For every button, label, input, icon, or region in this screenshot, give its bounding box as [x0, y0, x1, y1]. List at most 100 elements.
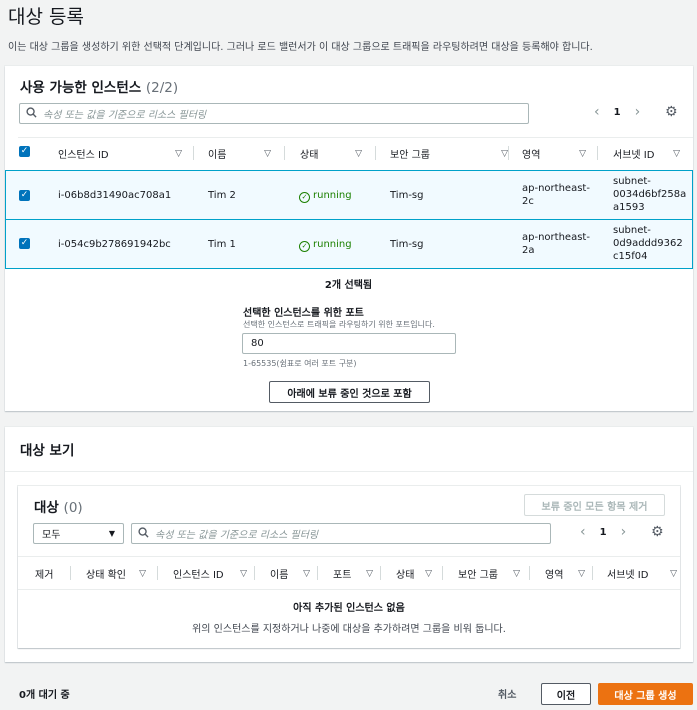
column-separator — [529, 566, 530, 580]
divider — [18, 589, 680, 590]
chevron-right-icon[interactable]: › — [635, 104, 641, 120]
port-constraint: 1-65535(쉼표로 여러 포트 구분) — [243, 359, 357, 368]
column-header-name[interactable]: 이름 ▽ — [270, 566, 310, 582]
sort-triangle-icon: ▽ — [425, 568, 432, 579]
sort-triangle-icon: ▽ — [578, 568, 585, 579]
selected-count: 2개 선택됨 — [324, 280, 373, 291]
column-separator — [508, 146, 509, 160]
column-header-zone[interactable]: 영역 ▽ — [545, 566, 585, 582]
sort-triangle-icon: ▽ — [501, 148, 508, 159]
targets-heading: 대상 (0) — [34, 500, 83, 516]
column-header-health-check[interactable]: 상태 확인 ▽ — [86, 566, 146, 582]
zone: ap-northeast- 2c — [522, 183, 590, 207]
pending-count: 0개 대기 중 — [19, 690, 70, 701]
targets-pagination: ‹ 1 › — [578, 524, 638, 540]
search-placeholder: 속성 또는 값을 기준으로 리소스 필터링 — [43, 110, 207, 121]
instance-name: Tim 1 — [208, 239, 236, 250]
sort-triangle-icon: ▽ — [264, 148, 271, 159]
column-header-instance-id[interactable]: 인스턴스 ID ▽ — [173, 566, 247, 582]
instance-id: i-06b8d31490ac708a1 — [58, 190, 172, 201]
instances-pagination: ‹ 1 › — [592, 104, 652, 120]
instance-name: Tim 2 — [208, 190, 236, 201]
filter-select[interactable]: 모두 ▼ — [33, 523, 124, 544]
search-placeholder: 속성 또는 값을 기준으로 리소스 필터링 — [155, 530, 319, 541]
sort-triangle-icon: ▽ — [513, 568, 520, 579]
security-group: Tim-sg — [390, 190, 424, 201]
column-header-name[interactable]: 이름 ▽ — [208, 146, 271, 162]
column-separator — [193, 146, 194, 160]
caret-down-icon: ▼ — [108, 529, 115, 538]
column-header-zone[interactable]: 영역 ▽ — [522, 146, 586, 162]
page-title: 대상 등록 — [8, 6, 84, 28]
settings-gear-icon[interactable]: ⚙ — [665, 104, 678, 120]
column-header-remove: 제거 — [35, 570, 54, 581]
column-header-state[interactable]: 상태 ▽ — [396, 566, 432, 582]
current-page[interactable]: 1 — [600, 527, 607, 538]
chevron-left-icon[interactable]: ‹ — [580, 524, 586, 540]
sort-triangle-icon: ▽ — [303, 568, 310, 579]
search-icon — [138, 526, 149, 541]
chevron-left-icon[interactable]: ‹ — [594, 104, 600, 120]
column-header-instance-id[interactable]: 인스턴스 ID ▽ — [58, 146, 182, 162]
check-circle-icon: ✓ — [299, 241, 310, 252]
divider — [18, 137, 693, 138]
page-description: 이는 대상 그룹을 생성하기 위한 선택적 단계입니다. 그러나 로드 밸런서가… — [8, 42, 593, 53]
subnet-id: subnet- 0034d6bf258a a1593 — [613, 176, 687, 213]
cancel-button[interactable]: 취소 — [498, 686, 516, 701]
column-separator — [442, 566, 443, 580]
column-separator — [375, 146, 376, 160]
empty-state-title: 아직 추가된 인스턴스 없음 — [293, 603, 405, 614]
select-all-checkbox[interactable]: ✓ — [19, 146, 30, 157]
port-help: 선택한 인스턴스로 트래픽을 라우팅하기 위한 포트입니다. — [243, 320, 435, 329]
instance-state: ✓ running — [299, 189, 352, 203]
settings-gear-icon[interactable]: ⚙ — [651, 524, 664, 540]
review-targets-heading: 대상 보기 — [20, 443, 75, 459]
column-separator — [284, 146, 285, 160]
sort-triangle-icon: ▽ — [175, 148, 182, 159]
create-target-group-button[interactable]: 대상 그룹 생성 — [598, 683, 693, 705]
targets-search-input[interactable]: 속성 또는 값을 기준으로 리소스 필터링 — [131, 523, 551, 544]
port-input[interactable]: 80 — [242, 333, 456, 354]
sort-triangle-icon: ▽ — [366, 568, 373, 579]
search-icon — [26, 106, 37, 121]
available-instances-count: (2/2) — [145, 80, 179, 96]
sort-triangle-icon: ▽ — [673, 148, 680, 159]
security-group: Tim-sg — [390, 239, 424, 250]
column-header-port[interactable]: 포트 ▽ — [333, 566, 373, 582]
column-separator — [254, 566, 255, 580]
current-page[interactable]: 1 — [614, 107, 621, 118]
instances-search-input[interactable]: 속성 또는 값을 기준으로 리소스 필터링 — [19, 103, 529, 124]
instance-id: i-054c9b278691942bc — [58, 239, 171, 250]
port-label: 선택한 인스턴스를 위한 포트 — [243, 308, 364, 319]
column-separator — [317, 566, 318, 580]
sort-triangle-icon: ▽ — [579, 148, 586, 159]
sort-triangle-icon: ▽ — [355, 148, 362, 159]
column-header-subnet-id[interactable]: 서브넷 ID ▽ — [613, 146, 680, 162]
zone: ap-northeast- 2a — [522, 232, 590, 256]
column-separator — [380, 566, 381, 580]
row-checkbox[interactable]: ✓ — [19, 190, 30, 201]
column-separator — [597, 146, 598, 160]
column-header-security-group[interactable]: 보안 그룹 ▽ — [390, 146, 508, 162]
divider — [18, 556, 680, 557]
column-header-state[interactable]: 상태 ▽ — [300, 146, 362, 162]
include-as-pending-button[interactable]: 아래에 보류 중인 것으로 포함 — [269, 381, 430, 403]
column-separator — [70, 566, 71, 580]
empty-state-description: 위의 인스턴스를 지정하거나 나중에 대상을 추가하려면 그룹을 비워 둡니다. — [192, 624, 506, 635]
sort-triangle-icon: ▽ — [670, 568, 677, 579]
column-header-subnet-id[interactable]: 서브넷 ID ▽ — [607, 566, 677, 582]
instance-state: ✓ running — [299, 238, 352, 252]
sort-triangle-icon: ▽ — [139, 568, 146, 579]
column-separator — [592, 566, 593, 580]
remove-all-pending-button[interactable]: 보류 중인 모든 항목 제거 — [524, 494, 665, 516]
check-circle-icon: ✓ — [299, 192, 310, 203]
column-separator — [157, 566, 158, 580]
previous-button[interactable]: 이전 — [541, 683, 591, 705]
subnet-id: subnet- 0d9addd9362 c15f04 — [613, 225, 683, 262]
available-instances-heading: 사용 가능한 인스턴스 (2/2) — [20, 80, 179, 96]
column-header-security-group[interactable]: 보안 그룹 ▽ — [458, 566, 520, 582]
chevron-right-icon[interactable]: › — [621, 524, 627, 540]
sort-triangle-icon: ▽ — [240, 568, 247, 579]
divider — [5, 471, 693, 472]
row-checkbox[interactable]: ✓ — [19, 238, 30, 249]
